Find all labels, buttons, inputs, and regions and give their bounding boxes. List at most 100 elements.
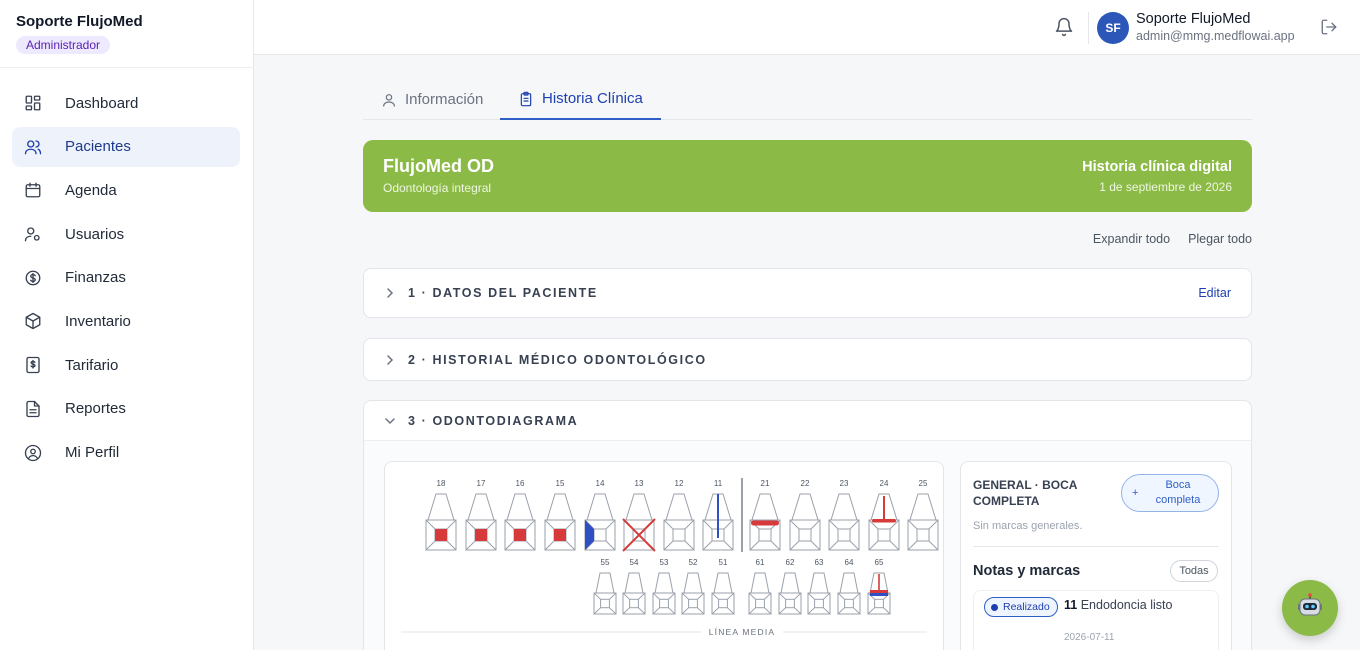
avatar[interactable]: SF bbox=[1097, 12, 1129, 44]
tooth-13[interactable]: 13 bbox=[622, 479, 656, 552]
tooth-number: 65 bbox=[875, 558, 884, 567]
tooth-62[interactable]: 62 bbox=[778, 558, 802, 615]
tooth-root bbox=[791, 493, 819, 521]
tooth-65[interactable]: 65 bbox=[867, 558, 891, 615]
tooth-53[interactable]: 53 bbox=[652, 558, 676, 615]
caries-mark bbox=[554, 529, 566, 541]
tooth-number: 13 bbox=[635, 479, 644, 488]
note-description: Endodoncia listo bbox=[1080, 598, 1173, 612]
tooth-64[interactable]: 64 bbox=[837, 558, 861, 615]
tooth-21[interactable]: 21 bbox=[749, 479, 781, 551]
tooth-51[interactable]: 51 bbox=[711, 558, 735, 615]
caries-mark bbox=[475, 529, 487, 541]
sidebar-item-finanzas[interactable]: Finanzas bbox=[12, 258, 240, 298]
tooth-root bbox=[750, 572, 770, 594]
note-date: 2026-07-11 bbox=[1064, 632, 1115, 643]
tooth-root bbox=[780, 572, 800, 594]
brand-header: Soporte FlujoMed Administrador bbox=[0, 0, 253, 68]
sidebar-item-usuarios[interactable]: Usuarios bbox=[12, 214, 240, 254]
sidebar-item-mi-perfil[interactable]: Mi Perfil bbox=[12, 433, 240, 473]
collapse-all-button[interactable]: Plegar todo bbox=[1188, 232, 1252, 246]
sidebar-item-tarifario[interactable]: Tarifario bbox=[12, 345, 240, 385]
tooth-61[interactable]: 61 bbox=[748, 558, 772, 615]
section-header[interactable]: 2 · HISTORIAL MÉDICO ODONTOLÓGICO bbox=[364, 339, 1251, 380]
tooth-25[interactable]: 25 bbox=[907, 479, 939, 551]
bell-icon[interactable] bbox=[1054, 17, 1074, 37]
tooth-root bbox=[909, 493, 937, 521]
sidebar-item-label: Tarifario bbox=[65, 356, 119, 374]
crown-mark bbox=[751, 520, 779, 526]
tooth-12[interactable]: 12 bbox=[663, 479, 695, 551]
tooth-22[interactable]: 22 bbox=[789, 479, 821, 551]
sidebar-item-label: Agenda bbox=[65, 181, 117, 199]
tooth-number: 16 bbox=[516, 479, 525, 488]
topbar-divider bbox=[1088, 12, 1089, 44]
section-datos-paciente: 1 · DATOS DEL PACIENTE Editar bbox=[363, 268, 1252, 318]
section-header[interactable]: 3 · ODONTODIAGRAMA bbox=[364, 401, 1251, 441]
tab-historia-clinica[interactable]: Historia Clínica bbox=[500, 79, 661, 120]
user-icon bbox=[381, 92, 397, 108]
sidebar-item-reportes[interactable]: Reportes bbox=[12, 389, 240, 429]
tab-label: Información bbox=[405, 91, 484, 108]
sidebar-nav: Dashboard Pacientes Agenda Usuarios Finanzas… bbox=[0, 68, 253, 473]
sidebar-item-label: Pacientes bbox=[65, 138, 131, 156]
tooth-number: 12 bbox=[675, 479, 684, 488]
banner-subtitle: Odontología integral bbox=[383, 181, 492, 195]
assistant-button[interactable] bbox=[1282, 580, 1338, 636]
user-email: admin@mmg.medflowai.app bbox=[1136, 29, 1295, 43]
tab-label: Historia Clínica bbox=[542, 90, 643, 107]
section-header[interactable]: 1 · DATOS DEL PACIENTE bbox=[364, 269, 1251, 317]
status-dot bbox=[991, 603, 998, 611]
tooth-15[interactable]: 15 bbox=[544, 479, 576, 551]
user-name: Soporte FlujoMed bbox=[1136, 11, 1251, 27]
users-icon bbox=[24, 138, 42, 156]
tooth-23[interactable]: 23 bbox=[828, 479, 860, 551]
whole-mouth-label: Boca completa bbox=[1155, 479, 1201, 506]
chevron-right-icon bbox=[384, 354, 396, 366]
edit-button[interactable]: Editar bbox=[1198, 286, 1231, 300]
tooth-number: 21 bbox=[761, 479, 770, 488]
tab-informacion[interactable]: Información bbox=[363, 79, 501, 120]
tooth-number: 63 bbox=[815, 558, 824, 567]
tooth-54[interactable]: 54 bbox=[622, 558, 646, 615]
caries-mark bbox=[435, 529, 447, 541]
tooth-18[interactable]: 18 bbox=[425, 479, 457, 551]
sidebar-item-inventario[interactable]: Inventario bbox=[12, 301, 240, 341]
tooth-root bbox=[546, 493, 574, 521]
tooth-number: 52 bbox=[689, 558, 698, 567]
box-icon bbox=[24, 312, 42, 330]
note-card[interactable]: Realizado 11 Endodoncia listo 2026-07-11 bbox=[973, 590, 1219, 650]
tooth-number: 54 bbox=[630, 558, 639, 567]
note-text: 11 Endodoncia listo bbox=[1064, 596, 1214, 614]
tooth-55[interactable]: 55 bbox=[593, 558, 617, 615]
whole-mouth-button[interactable]: + Boca completa bbox=[1121, 474, 1219, 512]
expand-controls: Expandir todo Plegar todo bbox=[1093, 232, 1252, 246]
banner-right-title: Historia clínica digital bbox=[1082, 159, 1232, 175]
tooth-16[interactable]: 16 bbox=[504, 479, 536, 551]
tooth-number: 23 bbox=[840, 479, 849, 488]
odontogram: 18 17 16 15 14 13 12 11 21 22 23 24 25 55 54 53 52 51 61 62… bbox=[401, 478, 939, 638]
sidebar-item-agenda[interactable]: Agenda bbox=[12, 170, 240, 210]
tooth-number: 17 bbox=[477, 479, 486, 488]
tooth-root bbox=[839, 572, 859, 594]
expand-all-button[interactable]: Expandir todo bbox=[1093, 232, 1170, 246]
document-icon bbox=[24, 400, 42, 418]
tooth-14[interactable]: 14 bbox=[584, 479, 616, 551]
sidebar-item-pacientes[interactable]: Pacientes bbox=[12, 126, 240, 167]
tooth-24[interactable]: 24 bbox=[868, 479, 900, 551]
tooth-63[interactable]: 63 bbox=[807, 558, 831, 615]
tooth-number: 62 bbox=[786, 558, 795, 567]
notes-filter-button[interactable]: Todas bbox=[1170, 560, 1218, 582]
logout-icon[interactable] bbox=[1320, 18, 1338, 36]
tab-bar: Información Historia Clínica bbox=[363, 79, 1252, 120]
tooth-52[interactable]: 52 bbox=[681, 558, 705, 615]
tooth-17[interactable]: 17 bbox=[465, 479, 497, 551]
tooth-root bbox=[654, 572, 674, 594]
tooth-11[interactable]: 11 bbox=[702, 479, 734, 551]
tooth-number: 51 bbox=[719, 558, 728, 567]
price-list-icon bbox=[24, 356, 42, 374]
sidebar-item-dashboard[interactable]: Dashboard bbox=[12, 83, 240, 123]
tooth-number: 25 bbox=[919, 479, 928, 488]
note-tooth: 11 bbox=[1064, 598, 1078, 612]
tooth-root bbox=[809, 572, 829, 594]
